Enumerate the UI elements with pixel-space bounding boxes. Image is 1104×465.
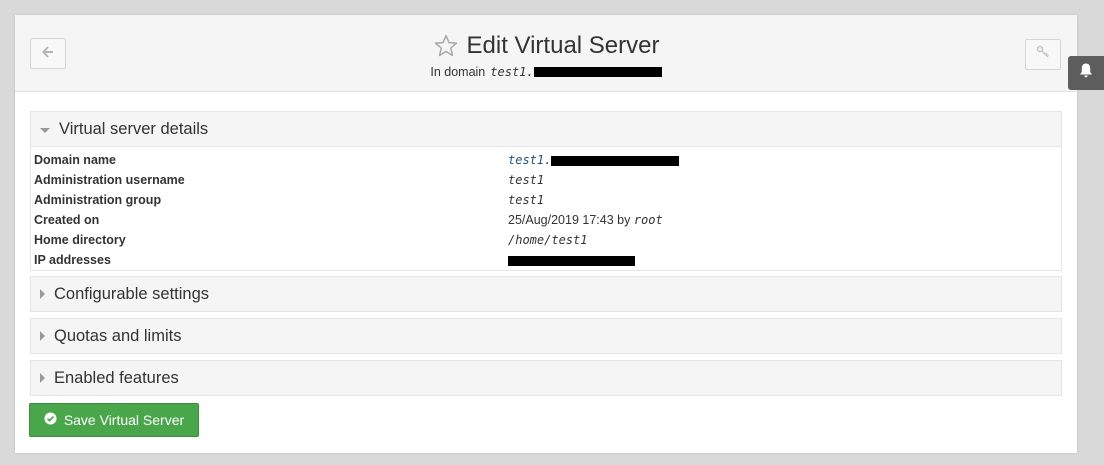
row-label: Created on [34,213,100,227]
domain-name-link[interactable]: test1. [508,153,551,167]
bell-icon [1078,62,1094,84]
row-label: Administration group [34,193,162,207]
created-date: 25/Aug/2019 17:43 by [508,213,631,227]
row-label: Home directory [34,233,126,247]
row-value: test1 [508,193,545,207]
table-row: Created on 25/Aug/2019 17:43 by root [34,210,1061,230]
table-row: Home directory /home/test1 [34,230,1061,250]
panel-title: Configurable settings [54,284,210,303]
table-row: Domain name test1. [34,150,1061,170]
row-value: test1 [508,173,545,187]
panel-title: Enabled features [54,368,179,387]
panel-quotas-and-limits: Quotas and limits [30,318,1062,354]
subtitle-domain: test1. [490,65,534,79]
caret-right-icon [40,373,45,383]
star-icon[interactable] [433,33,459,59]
panel-enabled-features: Enabled features [30,360,1062,396]
key-button[interactable] [1025,39,1061,70]
panel-heading-details[interactable]: Virtual server details [31,112,1061,146]
caret-down-icon [40,127,50,133]
main-frame: Edit Virtual Server In domain test1. Vir… [15,15,1077,453]
table-row: Administration group test1 [34,190,1061,210]
row-value: test1. [508,153,680,167]
key-icon [1036,45,1050,64]
table-row: Administration username test1 [34,170,1061,190]
caret-right-icon [40,289,45,299]
redacted-domain [551,155,680,166]
row-value: /home/test1 [508,233,588,247]
page-subtitle: In domain test1. [15,65,1077,79]
save-button-label: Save Virtual Server [63,412,185,428]
panel-title: Quotas and limits [54,326,182,345]
check-circle-icon [44,412,57,428]
title-row: Edit Virtual Server [15,32,1077,60]
panel-configurable-settings: Configurable settings [30,276,1062,312]
panel-heading-quotas[interactable]: Quotas and limits [31,319,1061,353]
panel-title: Virtual server details [59,119,209,138]
subtitle-label: In domain [430,65,486,79]
row-value: 25/Aug/2019 17:43 by root [508,213,663,227]
panel-virtual-server-details: Virtual server details Domain name test1… [30,111,1062,271]
notifications-tab[interactable] [1068,56,1104,90]
created-by-user: root [633,213,663,227]
caret-right-icon [40,331,45,341]
panel-heading-configurable[interactable]: Configurable settings [31,277,1061,311]
panel-heading-features[interactable]: Enabled features [31,361,1061,395]
row-label: Domain name [34,153,116,167]
redacted-ip [508,255,635,266]
page-title: Edit Virtual Server [466,32,660,59]
details-table: Domain name test1. Administration userna… [31,146,1061,270]
page-header: Edit Virtual Server In domain test1. [15,15,1077,92]
save-virtual-server-button[interactable]: Save Virtual Server [29,403,199,437]
row-value [508,253,635,267]
table-row: IP addresses [34,250,1061,270]
row-label: IP addresses [34,253,111,267]
redacted-domain [533,67,662,77]
row-label: Administration username [34,173,185,187]
